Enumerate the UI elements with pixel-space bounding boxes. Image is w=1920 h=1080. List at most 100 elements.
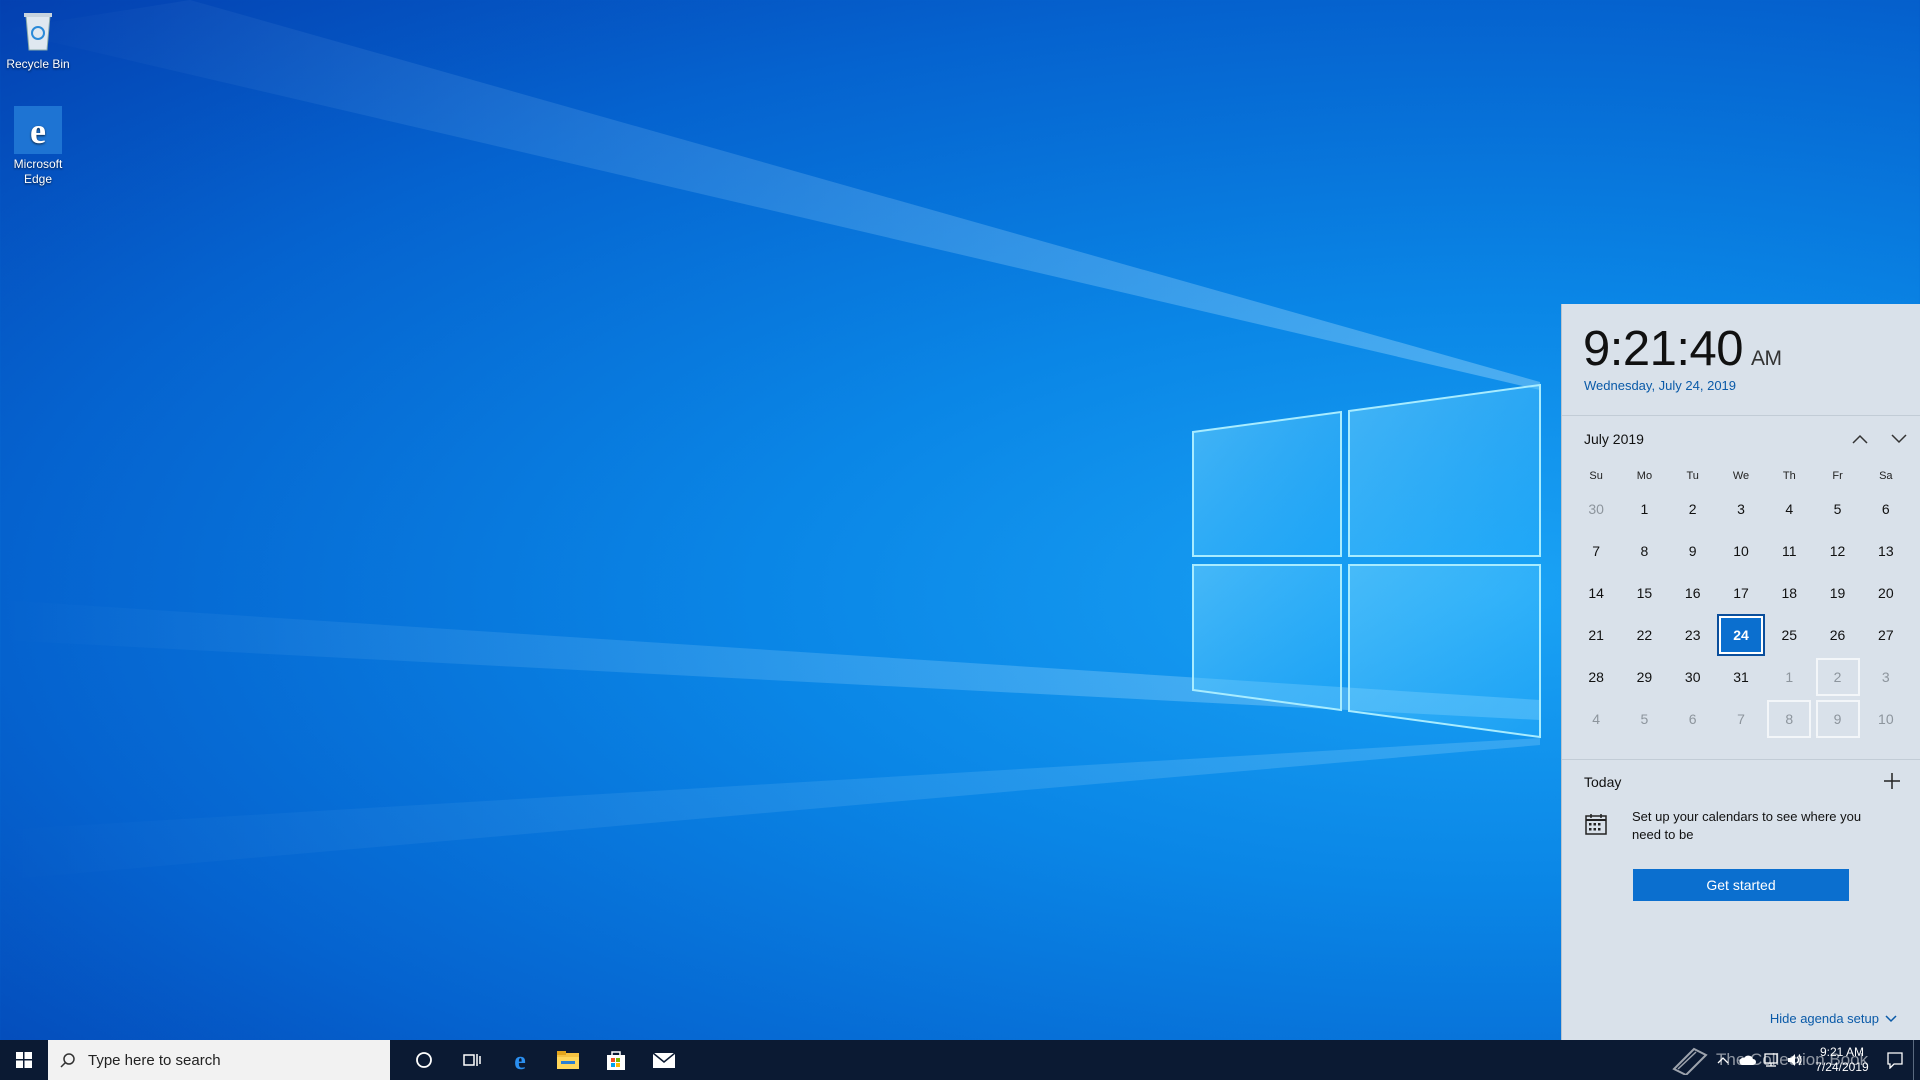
edge-icon: e <box>14 106 62 154</box>
calendar-day[interactable]: 20 <box>1864 574 1908 612</box>
calendar-day[interactable]: 19 <box>1816 574 1860 612</box>
calendar-day[interactable]: 6 <box>1671 700 1715 738</box>
calendar-week: 28 29 30 31 1 2 3 <box>1572 656 1910 698</box>
show-desktop-button[interactable] <box>1913 1040 1920 1080</box>
calendar-day[interactable]: 23 <box>1671 616 1715 654</box>
calendar-day[interactable]: 9 <box>1671 532 1715 570</box>
taskbar-mail-button[interactable] <box>640 1040 688 1080</box>
folder-icon <box>557 1051 579 1069</box>
notification-icon <box>1887 1052 1903 1069</box>
hide-agenda-setup-label: Hide agenda setup <box>1769 1011 1879 1026</box>
calendar-day-today[interactable]: 24 <box>1716 614 1765 656</box>
clock-ampm: AM <box>1751 347 1782 370</box>
clock-calendar-flyout: 9:21:40 AM Wednesday, July 24, 2019 July … <box>1561 304 1920 1040</box>
weekday-label: Su <box>1589 470 1603 482</box>
desktop-icon-label: Recycle Bin <box>6 57 70 71</box>
calendar-day[interactable]: 18 <box>1767 574 1811 612</box>
weekday-label: Th <box>1782 470 1796 482</box>
calendar-day[interactable]: 27 <box>1864 616 1908 654</box>
calendar-day[interactable]: 1 <box>1622 490 1666 528</box>
date-link[interactable]: Wednesday, July 24, 2019 <box>1584 378 1736 393</box>
taskbar-file-explorer-button[interactable] <box>544 1040 592 1080</box>
calendar-day[interactable]: 8 <box>1622 532 1666 570</box>
svg-text:e: e <box>30 111 46 151</box>
action-center-button[interactable] <box>1877 1040 1913 1080</box>
plus-icon <box>1884 773 1900 789</box>
calendar-day[interactable]: 30 <box>1671 658 1715 696</box>
taskbar: Type here to search e 9:21 AM 7/24/2019 <box>0 1040 1920 1080</box>
calendar-day[interactable]: 7 <box>1574 532 1618 570</box>
calendar-day[interactable]: 17 <box>1719 574 1763 612</box>
edge-icon: e <box>514 1048 526 1072</box>
calendar-week: 21 22 23 24 25 26 27 <box>1572 614 1910 656</box>
cortana-button[interactable] <box>400 1040 448 1080</box>
chevron-down-icon <box>1885 1014 1897 1022</box>
weekday-label: Tu <box>1686 470 1699 482</box>
calendar-day[interactable]: 8 <box>1767 700 1812 738</box>
calendar-day[interactable]: 31 <box>1719 658 1763 696</box>
month-label[interactable]: July 2019 <box>1584 431 1644 447</box>
calendar-day[interactable]: 13 <box>1864 532 1908 570</box>
desktop-icon-microsoft-edge[interactable]: e Microsoft Edge <box>0 106 76 187</box>
desktop-icon-recycle-bin[interactable]: Recycle Bin <box>0 6 76 72</box>
calendar-day[interactable]: 2 <box>1815 658 1860 696</box>
calendar-day[interactable]: 21 <box>1574 616 1618 654</box>
calendar-day[interactable]: 11 <box>1767 532 1811 570</box>
chevron-up-icon <box>1852 434 1868 444</box>
calendar-day[interactable]: 3 <box>1719 490 1763 528</box>
calendar-day[interactable]: 12 <box>1816 532 1860 570</box>
calendar-day[interactable]: 28 <box>1574 658 1618 696</box>
weekday-label: We <box>1732 470 1750 482</box>
divider <box>1562 415 1920 416</box>
mail-icon <box>652 1052 676 1068</box>
calendar-day[interactable]: 22 <box>1622 616 1666 654</box>
calendar-day[interactable]: 1 <box>1767 658 1811 696</box>
calendar-day[interactable]: 7 <box>1719 700 1763 738</box>
watermark: The Collection Book <box>1670 1040 1868 1080</box>
calendar-day[interactable]: 4 <box>1767 490 1811 528</box>
calendar-day[interactable]: 4 <box>1574 700 1618 738</box>
calendar-day[interactable]: 6 <box>1864 490 1908 528</box>
hide-agenda-setup-link[interactable]: Hide agenda setup <box>1770 1011 1897 1026</box>
search-placeholder: Type here to search <box>88 1051 221 1069</box>
calendar-day[interactable]: 30 <box>1574 490 1618 528</box>
calendar-day[interactable]: 14 <box>1574 574 1618 612</box>
svg-text:e: e <box>514 1048 526 1072</box>
calendar-day[interactable]: 3 <box>1864 658 1908 696</box>
calendar-day[interactable]: 29 <box>1622 658 1666 696</box>
watermark-text: The Collection Book <box>1716 1050 1869 1069</box>
desktop-icon-label: Microsoft Edge <box>13 157 63 186</box>
weekday-label: Mo <box>1636 470 1653 482</box>
weekday-header: Su Mo Tu We Th Fr Sa <box>1572 464 1910 488</box>
calendar-day[interactable]: 26 <box>1816 616 1860 654</box>
chevron-down-icon <box>1891 434 1907 444</box>
calendar-day[interactable]: 9 <box>1815 700 1860 738</box>
weekday-label: Sa <box>1879 470 1893 482</box>
calendar-day[interactable]: 15 <box>1622 574 1666 612</box>
next-month-button[interactable] <box>1886 426 1912 452</box>
get-started-button[interactable]: Get started <box>1633 869 1849 901</box>
calendar-day[interactable]: 5 <box>1816 490 1860 528</box>
calendar-day[interactable]: 5 <box>1622 700 1666 738</box>
search-icon <box>48 1052 88 1068</box>
calendar-day[interactable]: 2 <box>1671 490 1715 528</box>
cortana-circle-icon <box>416 1052 432 1068</box>
windows-logo-icon <box>16 1052 32 1068</box>
calendar-day[interactable]: 16 <box>1671 574 1715 612</box>
calendar-day[interactable]: 10 <box>1864 700 1908 738</box>
taskbar-edge-button[interactable]: e <box>496 1040 544 1080</box>
previous-month-button[interactable] <box>1847 426 1873 452</box>
calendar-icon <box>1584 812 1608 836</box>
calendar-day[interactable]: 10 <box>1719 532 1763 570</box>
taskbar-store-button[interactable] <box>592 1040 640 1080</box>
store-bag-icon <box>607 1051 625 1070</box>
calendar-day[interactable]: 25 <box>1767 616 1811 654</box>
search-box[interactable]: Type here to search <box>48 1040 390 1080</box>
agenda-message: Set up your calendars to see where you n… <box>1632 809 1862 842</box>
add-event-button[interactable] <box>1881 770 1903 792</box>
start-button[interactable] <box>0 1040 48 1080</box>
book-icon <box>1672 1047 1708 1075</box>
calendar-grid: Su Mo Tu We Th Fr Sa 30 1 2 3 4 5 6 7 8 … <box>1572 464 1910 740</box>
task-view-button[interactable] <box>448 1040 496 1080</box>
calendar-week: 4 5 6 7 8 9 10 <box>1572 698 1910 740</box>
